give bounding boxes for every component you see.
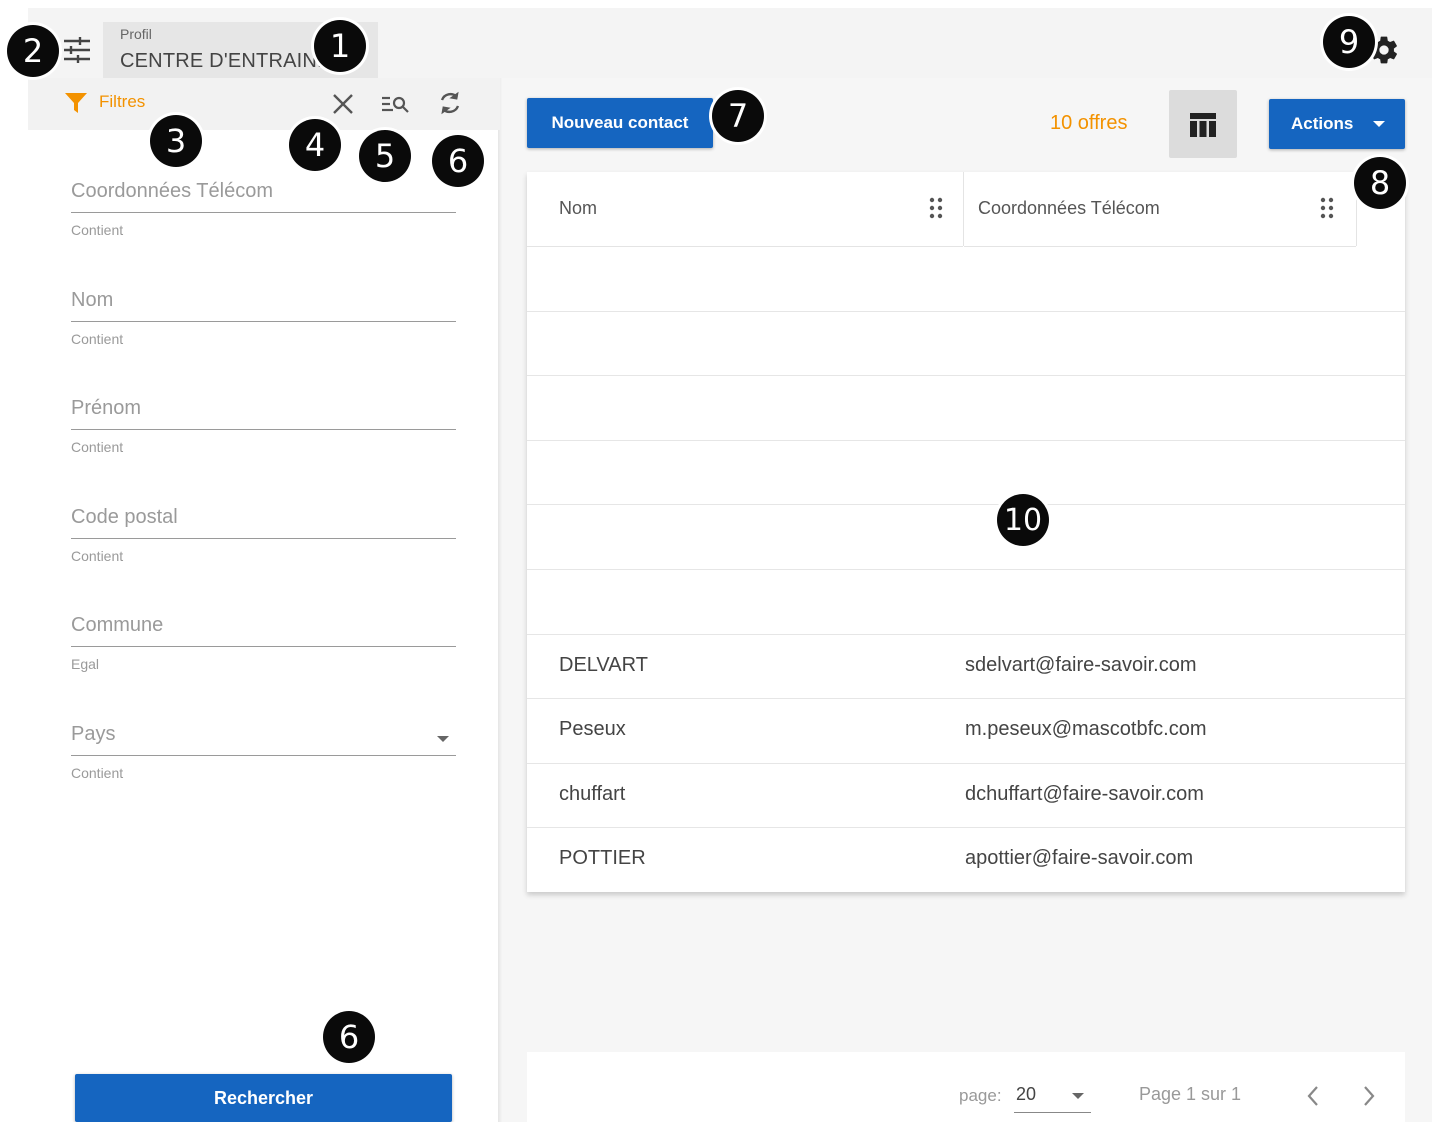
- filters-title: Filtres: [99, 92, 146, 111]
- refresh-icon[interactable]: [435, 88, 465, 118]
- cell-nom: chuffart: [559, 783, 626, 805]
- table-row[interactable]: [527, 569, 1405, 634]
- table-row[interactable]: Peseux m.peseux@mascotbfc.com: [527, 698, 1405, 763]
- offers-count: 10 offres: [1050, 112, 1128, 134]
- filter-operator[interactable]: Contient: [71, 548, 123, 564]
- page-size-label: page:: [959, 1086, 1002, 1105]
- annotation-badge: 9: [1323, 16, 1375, 68]
- table-row[interactable]: [527, 311, 1405, 376]
- filter-field-label: Prénom: [71, 397, 142, 419]
- drag-handle-icon[interactable]: [928, 196, 944, 220]
- filter-field-underline[interactable]: [71, 429, 456, 430]
- actions-button[interactable]: Actions: [1269, 99, 1405, 149]
- table-row[interactable]: DELVART sdelvart@faire-savoir.com: [527, 634, 1405, 699]
- filter-field-underline[interactable]: [71, 212, 456, 213]
- filter-field-label: Coordonnées Télécom: [71, 180, 273, 202]
- annotation-badge: 3: [150, 115, 202, 167]
- filter-funnel-icon: [64, 92, 88, 114]
- annotation-badge: 7: [712, 90, 764, 142]
- filter-field-label: Code postal: [71, 506, 178, 528]
- sliders-icon[interactable]: [62, 36, 92, 64]
- table-row[interactable]: [527, 440, 1405, 505]
- profile-label: Profil: [120, 26, 152, 42]
- table-row[interactable]: [527, 375, 1405, 440]
- page-info: Page 1 sur 1: [1139, 1084, 1242, 1104]
- annotation-badge: 2: [7, 25, 59, 77]
- column-header-nom[interactable]: Nom: [527, 172, 963, 247]
- filter-field-underline[interactable]: [71, 755, 456, 756]
- annotation-badge: 6: [323, 1011, 375, 1063]
- table-row[interactable]: [527, 504, 1405, 569]
- annotation-badge: 8: [1354, 157, 1406, 209]
- annotation-badge: 6: [432, 135, 484, 187]
- annotation-badge: 1: [314, 20, 366, 72]
- cell-telecom: m.peseux@mascotbfc.com: [965, 718, 1207, 740]
- table-view-icon: [1189, 112, 1217, 143]
- actions-label: Actions: [1291, 114, 1354, 133]
- profile-value: CENTRE D'ENTRAIN...: [120, 50, 335, 72]
- table-row[interactable]: [527, 246, 1405, 311]
- table-row[interactable]: chuffart dchuffart@faire-savoir.com: [527, 763, 1405, 828]
- annotation-badge: 10: [997, 494, 1049, 546]
- search-button[interactable]: Rechercher: [75, 1074, 452, 1122]
- cell-telecom: sdelvart@faire-savoir.com: [965, 654, 1197, 676]
- search-list-icon[interactable]: [380, 89, 410, 119]
- column-header-label: Coordonnées Télécom: [978, 198, 1160, 218]
- caret-down-icon[interactable]: [437, 736, 449, 742]
- new-contact-button[interactable]: Nouveau contact: [527, 98, 713, 148]
- cell-nom: Peseux: [559, 718, 626, 740]
- chevron-left-icon[interactable]: [1302, 1083, 1326, 1109]
- table-row[interactable]: POTTIER apottier@faire-savoir.com: [527, 827, 1405, 892]
- cell-nom: POTTIER: [559, 847, 646, 869]
- clear-x-icon[interactable]: [328, 89, 358, 119]
- drag-handle-icon[interactable]: [1319, 196, 1335, 220]
- filter-field-label: Pays: [71, 723, 116, 745]
- annotation-badge: 5: [359, 130, 411, 182]
- page-size-select[interactable]: 20: [1014, 1078, 1091, 1113]
- filter-field-underline[interactable]: [71, 646, 456, 647]
- column-header-telecom[interactable]: Coordonnées Télécom: [964, 172, 1356, 247]
- filter-field-underline[interactable]: [71, 321, 456, 322]
- caret-down-icon: [1072, 1093, 1084, 1099]
- filter-operator[interactable]: Contient: [71, 331, 123, 347]
- cell-telecom: dchuffart@faire-savoir.com: [965, 783, 1204, 805]
- filter-field-label: Commune: [71, 614, 164, 636]
- filter-operator[interactable]: Contient: [71, 439, 123, 455]
- cell-nom: DELVART: [559, 654, 648, 676]
- filter-operator[interactable]: Contient: [71, 222, 123, 238]
- caret-down-icon: [1373, 121, 1385, 127]
- filter-field-label: Nom: [71, 289, 114, 311]
- filter-field-underline[interactable]: [71, 538, 456, 539]
- table-view-toggle[interactable]: [1169, 90, 1237, 158]
- page-size-value: 20: [1016, 1084, 1037, 1104]
- chevron-right-icon[interactable]: [1356, 1083, 1380, 1109]
- column-header-label: Nom: [559, 198, 598, 218]
- annotation-badge: 4: [289, 119, 341, 171]
- filter-operator[interactable]: Contient: [71, 765, 123, 781]
- cell-telecom: apottier@faire-savoir.com: [965, 847, 1194, 869]
- filter-operator[interactable]: Egal: [71, 656, 99, 672]
